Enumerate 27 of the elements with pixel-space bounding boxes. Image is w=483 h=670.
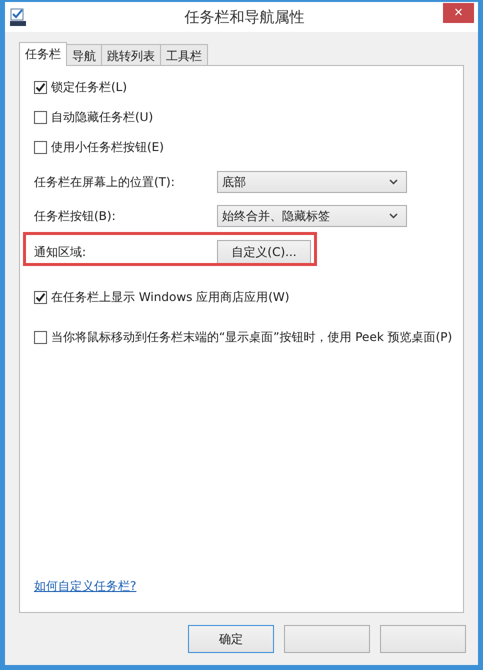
customize-button[interactable]: 自定义(C)... — [217, 240, 311, 264]
window-title: 任务栏和导航属性 — [184, 8, 306, 26]
checkbox-label: 自动隐藏任务栏(U) — [51, 108, 154, 126]
checkbox[interactable] — [34, 80, 47, 94]
tab[interactable]: 跳转列表 — [101, 44, 161, 65]
field-label: 任务栏在屏幕上的位置(T): — [34, 174, 176, 190]
dropdown[interactable]: 始终合并、隐藏标签 — [217, 205, 407, 227]
checkbox-label: 锁定任务栏(L) — [51, 78, 128, 96]
tab[interactable]: 工具栏 — [160, 44, 208, 65]
tab[interactable]: 任务栏 — [19, 42, 67, 66]
checkbox-label: 使用小任务栏按钮(E) — [51, 138, 164, 156]
ok-button[interactable]: 确定 — [188, 625, 274, 653]
chevron-down-icon — [389, 179, 398, 185]
checkbox[interactable] — [34, 330, 47, 344]
help-link[interactable]: 如何自定义任务栏? — [34, 578, 136, 595]
close-button[interactable]: × — [443, 3, 474, 23]
field-label: 任务栏按钮(B): — [34, 208, 117, 224]
checkbox[interactable] — [34, 110, 47, 124]
checkbox-app-icon — [10, 8, 26, 26]
dropdown[interactable]: 底部 — [217, 171, 407, 193]
tab[interactable]: 导航 — [66, 44, 102, 65]
checkbox[interactable] — [34, 140, 47, 154]
checkbox-label: 当你将鼠标移动到任务栏末端的“显示桌面”按钮时，使用 Peek 预览桌面(P) — [51, 328, 452, 346]
chevron-down-icon — [389, 213, 398, 219]
checkbox-label: 在任务栏上显示 Windows 应用商店应用(W) — [51, 288, 290, 306]
checkbox[interactable] — [34, 290, 47, 304]
field-label: 通知区域: — [34, 244, 88, 260]
